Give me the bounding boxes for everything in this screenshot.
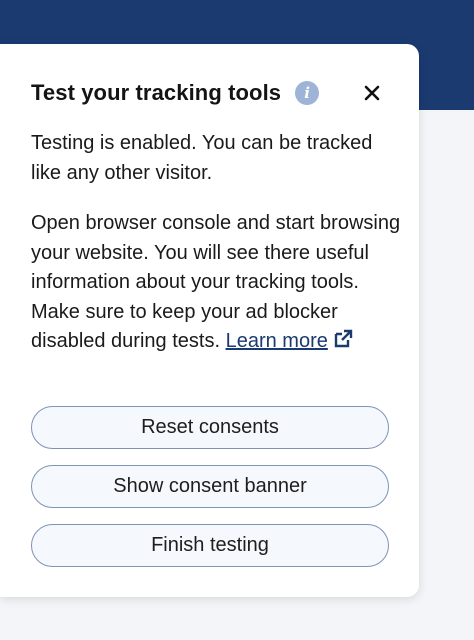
info-icon[interactable]: i bbox=[295, 81, 320, 105]
testing-enabled-text: Testing is enabled. You can be tracked l… bbox=[31, 132, 373, 184]
reset-consents-button[interactable]: Reset consents bbox=[31, 406, 389, 449]
external-link-icon bbox=[332, 328, 354, 350]
learn-more-link[interactable]: Learn more bbox=[225, 328, 354, 352]
panel-header: Test your tracking tools i bbox=[31, 78, 391, 108]
show-consent-banner-button[interactable]: Show consent banner bbox=[31, 465, 389, 508]
learn-more-label: Learn more bbox=[225, 330, 328, 352]
tracking-test-panel: Test your tracking tools i Testing is en… bbox=[0, 44, 419, 597]
close-icon[interactable] bbox=[359, 78, 385, 108]
finish-testing-button[interactable]: Finish testing bbox=[31, 524, 389, 567]
panel-title: Test your tracking tools bbox=[31, 80, 282, 105]
instructions-text: Open browser console and start browsing … bbox=[31, 209, 401, 357]
